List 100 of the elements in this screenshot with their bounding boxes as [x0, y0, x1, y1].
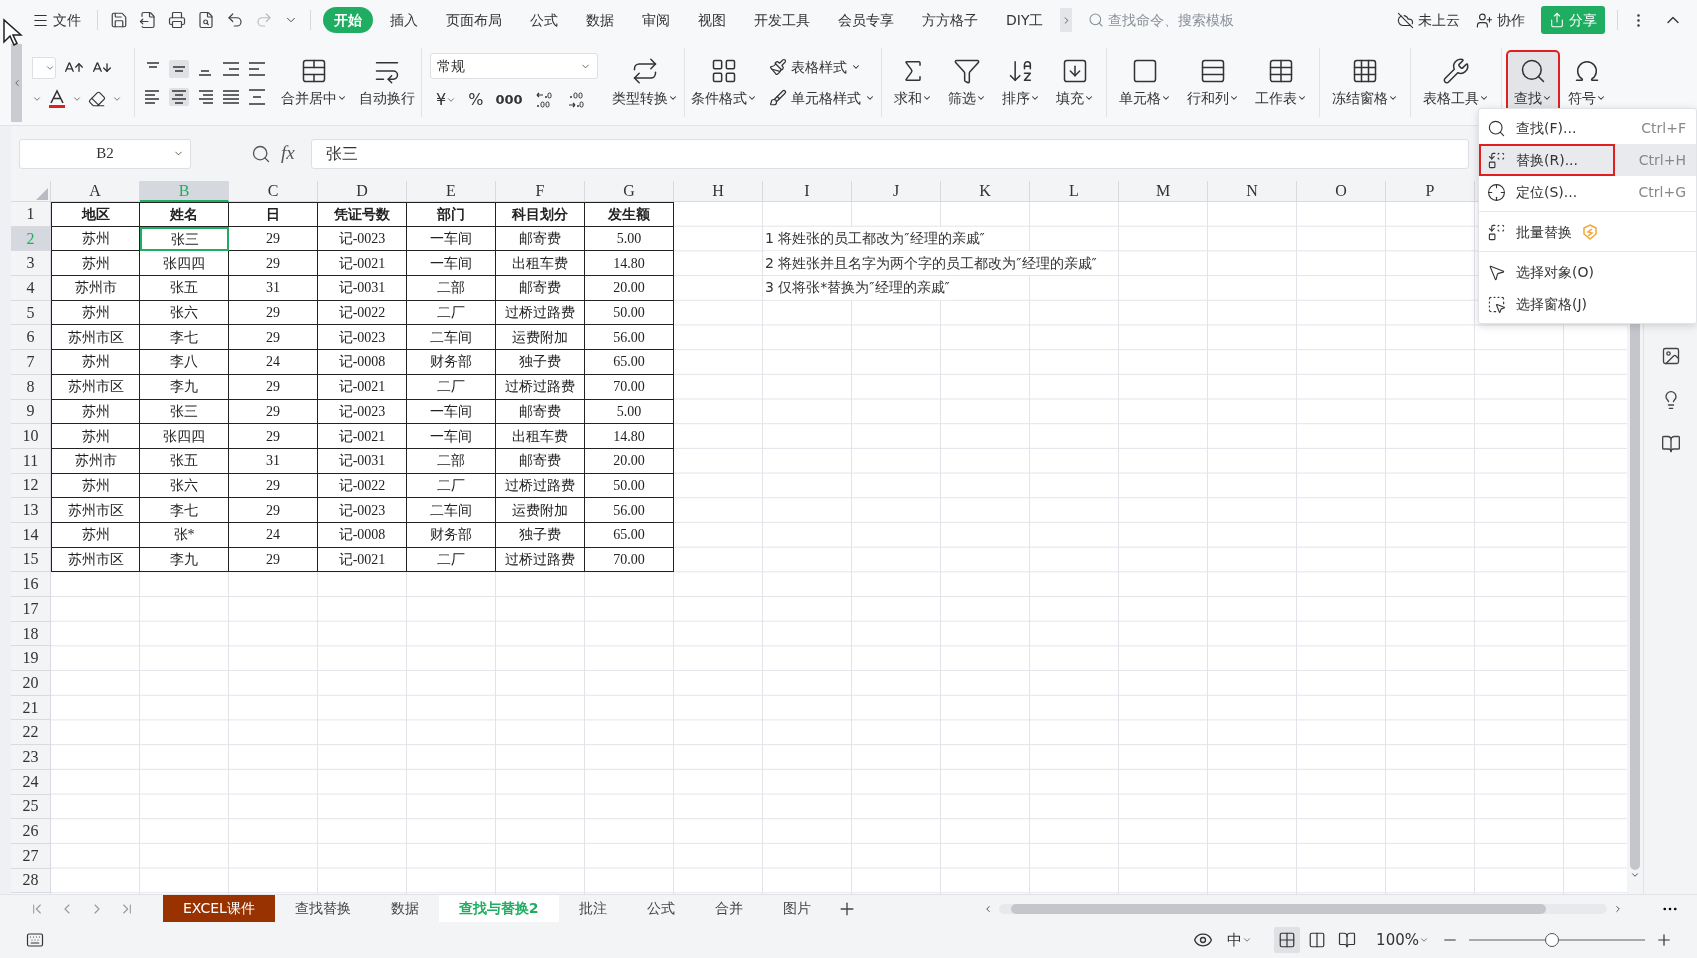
increase-decimal-icon[interactable]	[534, 91, 555, 109]
row-header[interactable]: 19	[11, 646, 51, 672]
freeze-panes-button[interactable]: 冻结窗格	[1326, 51, 1404, 114]
cloud-status-button[interactable]: 未上云	[1397, 9, 1460, 31]
eraser-icon[interactable]	[88, 89, 106, 108]
row-header[interactable]: 8	[11, 374, 51, 400]
distribute-icon[interactable]	[247, 87, 267, 106]
sum-button[interactable]: 求和	[888, 51, 938, 114]
menu-item[interactable]: 替换(R)... Ctrl+H	[1479, 144, 1696, 176]
menu-item[interactable]: 选择窗格(J)	[1479, 288, 1696, 320]
percent-button[interactable]: %	[468, 88, 484, 112]
ribbon-tab[interactable]: 数据	[575, 7, 625, 33]
slider-thumb[interactable]	[1544, 933, 1559, 947]
zoom-slider[interactable]	[1469, 932, 1645, 948]
row-header[interactable]: 1	[11, 202, 51, 227]
ribbon-tab[interactable]: DIY工	[995, 7, 1055, 33]
page-layout-icon[interactable]	[1308, 931, 1327, 949]
row-header[interactable]: 15	[11, 547, 51, 573]
undo-icon[interactable]	[226, 11, 244, 29]
row-header[interactable]: 12	[11, 473, 51, 499]
ribbon-tab[interactable]: 视图	[687, 7, 737, 33]
sheet-tab[interactable]: 公式	[626, 895, 695, 922]
book-search-icon[interactable]	[1660, 434, 1681, 454]
cell-button[interactable]: 单元格	[1113, 51, 1177, 114]
row-header[interactable]: 23	[11, 745, 51, 770]
row-header[interactable]: 11	[11, 448, 51, 474]
row-header[interactable]: 26	[11, 819, 51, 844]
formula-field[interactable]: 张三	[310, 138, 1469, 169]
menu-item[interactable]: 批量替换	[1479, 216, 1696, 248]
collaborate-button[interactable]: 协作	[1476, 9, 1525, 31]
row-header[interactable]: 14	[11, 522, 51, 548]
currency-button[interactable]: ¥	[436, 88, 457, 112]
row-header[interactable]: 13	[11, 498, 51, 523]
row-header[interactable]: 17	[11, 597, 51, 622]
row-header[interactable]: 25	[11, 794, 51, 820]
row-header[interactable]: 3	[11, 251, 51, 277]
sort-button[interactable]: 排序	[996, 51, 1046, 114]
row-header[interactable]: 16	[11, 572, 51, 597]
table-tools-button[interactable]: 表格工具	[1417, 51, 1495, 114]
row-header[interactable]: 18	[11, 621, 51, 647]
sheet-tab[interactable]: 图片	[762, 895, 831, 922]
print-icon[interactable]	[168, 11, 186, 29]
row-header[interactable]: 7	[11, 350, 51, 375]
search-field[interactable]: 查找命令、搜索模板	[1088, 9, 1309, 31]
print-preview-icon[interactable]	[197, 11, 215, 29]
ribbon-tab[interactable]: 开发工具	[743, 7, 821, 33]
worksheet-button[interactable]: 工作表	[1249, 51, 1313, 114]
row-header[interactable]: 5	[11, 300, 51, 326]
row-header[interactable]: 6	[11, 325, 51, 351]
function-button[interactable]: fx	[281, 139, 295, 168]
row-header[interactable]: 27	[11, 843, 51, 869]
number-format-select[interactable]: 常规	[430, 53, 598, 79]
decrease-decimal-icon[interactable]	[566, 91, 587, 109]
row-header[interactable]: 20	[11, 671, 51, 696]
input-mode-button[interactable]: 中	[1227, 928, 1253, 952]
conditional-format-button[interactable]: 条件格式	[685, 51, 763, 114]
thousands-separator-button[interactable]: 000	[495, 90, 523, 110]
ribbon-tab[interactable]: 审阅	[631, 7, 681, 33]
row-header[interactable]: 28	[11, 868, 51, 894]
rows-columns-button[interactable]: 行和列	[1181, 51, 1245, 114]
zoom-formula-icon[interactable]	[251, 143, 271, 164]
font-color-icon[interactable]	[48, 88, 66, 109]
menu-item[interactable]: 定位(S)... Ctrl+G	[1479, 176, 1696, 208]
menu-item[interactable]: 选择对象(O)	[1479, 256, 1696, 288]
sheet-tab[interactable]: 合并	[694, 895, 763, 922]
ribbon-tab[interactable]: 方方格子	[911, 7, 989, 33]
sheet-tab[interactable]: 查找替换	[274, 895, 371, 922]
save-icon[interactable]	[110, 11, 128, 29]
zoom-in-icon[interactable]	[1655, 931, 1673, 949]
ribbon-tab[interactable]: 页面布局	[435, 7, 513, 33]
ribbon-tab[interactable]: 公式	[519, 7, 569, 33]
image-icon[interactable]	[1660, 346, 1681, 366]
row-header[interactable]: 24	[11, 769, 51, 795]
row-header[interactable]: 21	[11, 695, 51, 721]
filter-button[interactable]: 筛选	[942, 51, 992, 114]
file-menu[interactable]: 文件	[28, 9, 85, 31]
outdent-icon[interactable]	[221, 59, 241, 78]
row-header[interactable]: 4	[11, 276, 51, 301]
justify-icon[interactable]	[221, 87, 241, 106]
row-header[interactable]: 22	[11, 720, 51, 746]
wrap-text-button[interactable]: 自动换行	[353, 51, 421, 114]
symbol-button[interactable]: 符号	[1562, 51, 1612, 114]
align-center-icon[interactable]	[169, 87, 189, 106]
row-header[interactable]: 9	[11, 399, 51, 425]
ribbon-tab[interactable]: 会员专享	[827, 7, 905, 33]
name-box[interactable]: B2	[19, 138, 191, 169]
cell-style-button[interactable]: 单元格样式	[769, 87, 875, 109]
macro-icon[interactable]	[26, 931, 44, 949]
table-style-button[interactable]: 表格样式	[769, 56, 875, 78]
sheet-tab[interactable]: EXCEL课件	[163, 895, 275, 922]
merge-center-button[interactable]: 合并居中	[275, 51, 353, 114]
export-icon[interactable]	[139, 11, 157, 29]
font-size-field[interactable]	[32, 56, 56, 79]
normal-view-icon[interactable]	[1278, 931, 1297, 949]
zoom-level-button[interactable]: 100%	[1376, 928, 1429, 952]
menu-item[interactable]: 查找(F)... Ctrl+F	[1479, 112, 1696, 144]
ribbon-tab[interactable]: 插入	[379, 7, 429, 33]
sheet-tab[interactable]: 批注	[558, 895, 627, 922]
indent-icon[interactable]	[247, 59, 267, 78]
sheet-tab[interactable]: 数据	[370, 895, 439, 922]
